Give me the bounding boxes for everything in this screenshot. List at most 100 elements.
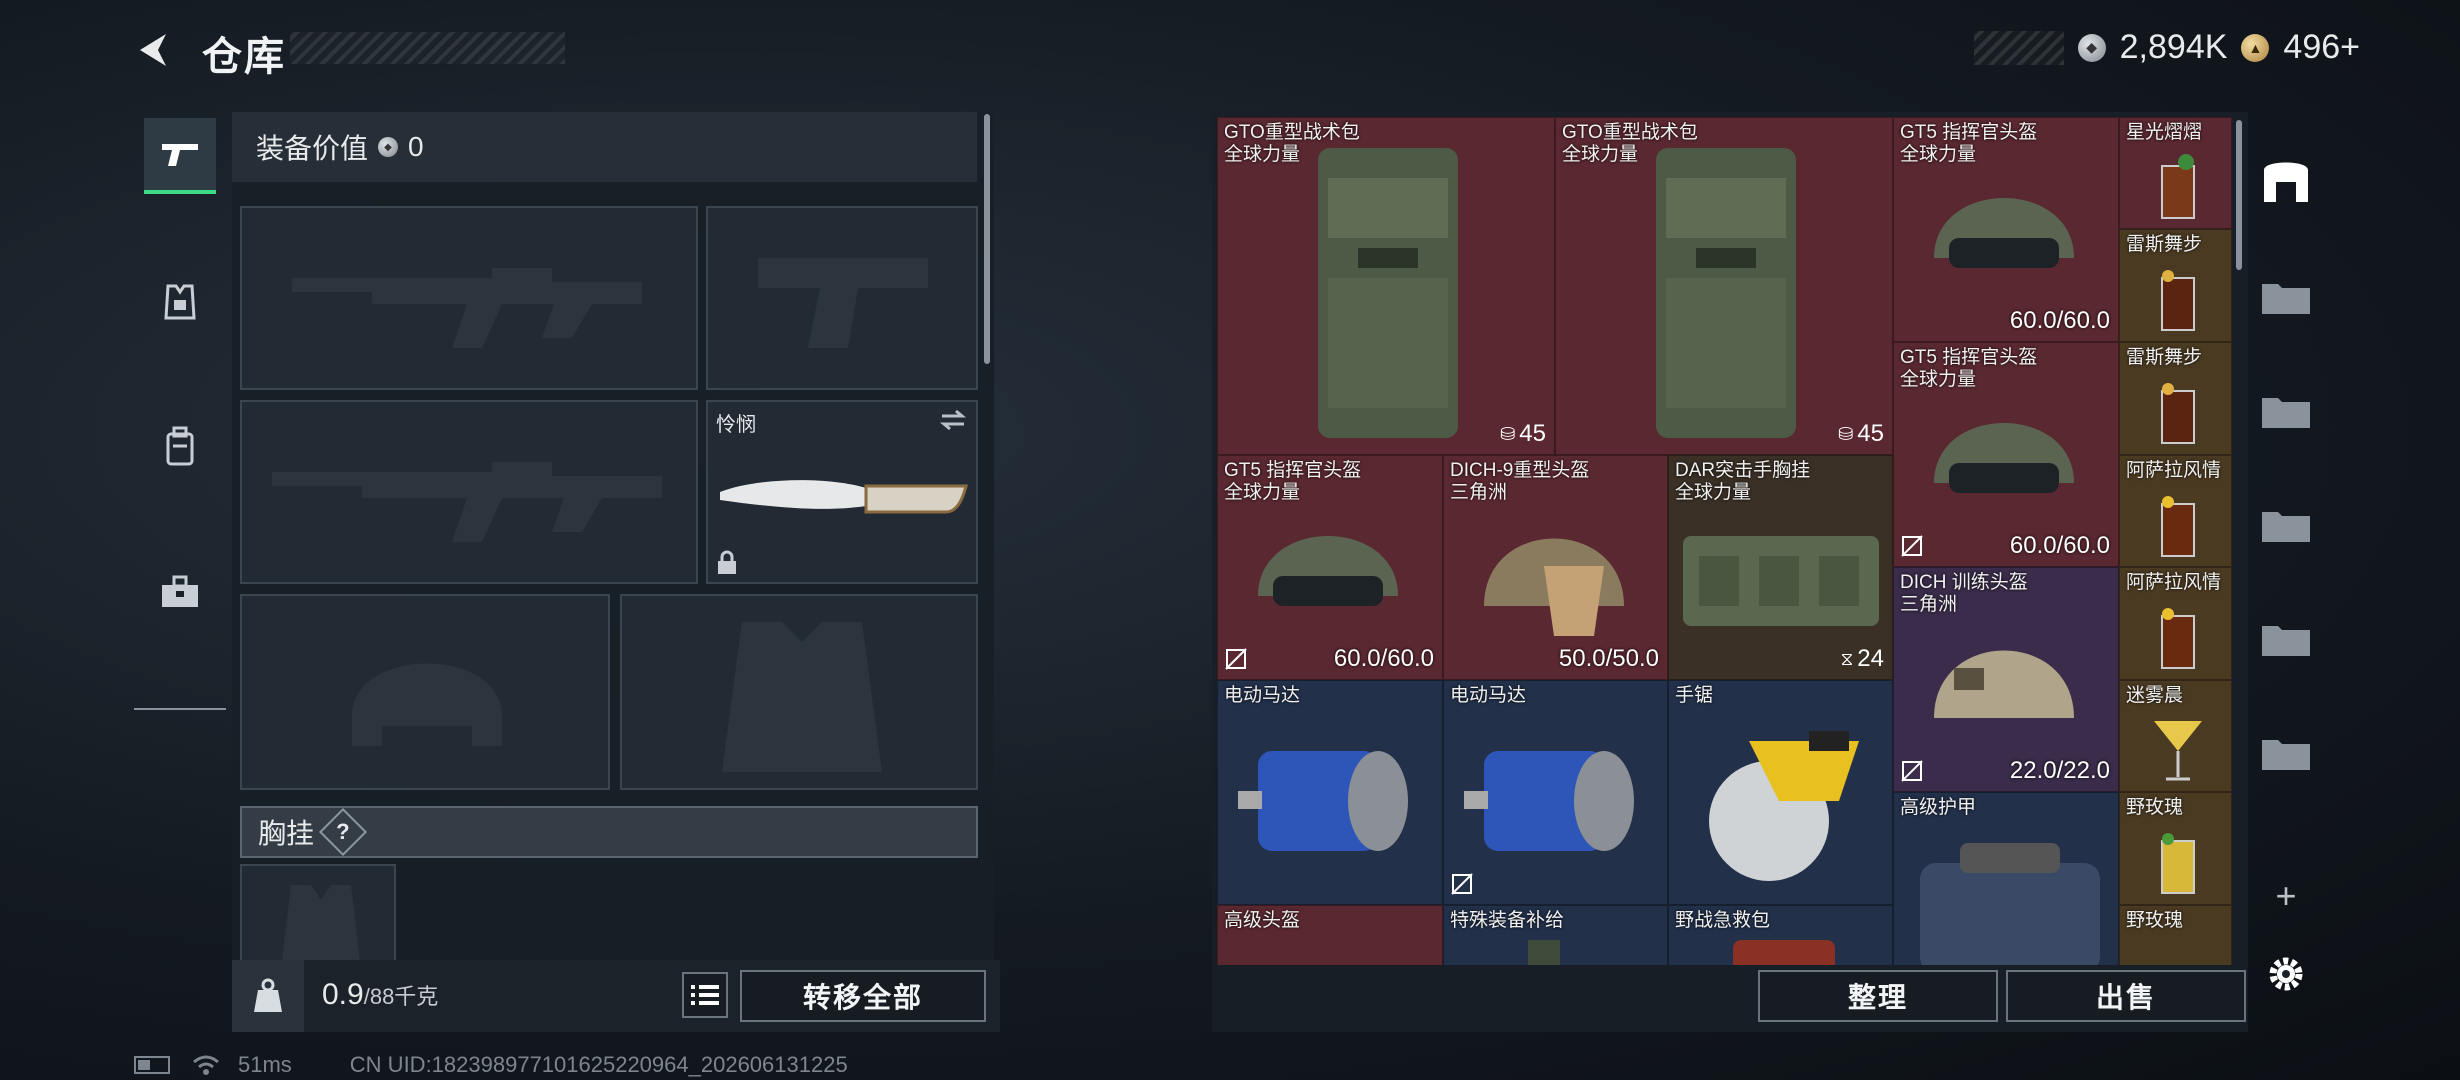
list-view-button[interactable] — [682, 972, 728, 1018]
stash-item-backpack[interactable]: GTO重型战术包 全球力量 ⛁ 45 — [1217, 117, 1555, 455]
title-bar-decoration — [290, 32, 565, 64]
back-button[interactable] — [132, 28, 176, 72]
vest-silhouette-icon — [722, 622, 882, 772]
item-name: 野玫瑰 — [2126, 910, 2184, 931]
silver-coin-icon: ◆ — [378, 137, 399, 157]
settings-button[interactable] — [2256, 944, 2316, 1004]
cocktail-art — [2154, 721, 2202, 781]
equipment-value-bar: 装备价值 ◆ 0 — [232, 112, 977, 182]
rifle-silhouette-icon — [272, 462, 662, 542]
stash-tab-2[interactable] — [2256, 380, 2316, 440]
stash-item-backpack[interactable]: GTO重型战术包 全球力量 ⛁ 45 — [1555, 117, 1893, 455]
stash-item-chest-rig[interactable]: DAR突击手胸挂 全球力量 ⧖ 24 — [1668, 455, 1893, 680]
wifi-icon — [193, 1055, 219, 1075]
stash-item-motor[interactable]: 电动马达 — [1443, 680, 1668, 905]
chest-rig-art — [1683, 536, 1879, 626]
weight-indicator — [232, 960, 304, 1032]
stash-item-helmet[interactable]: DICH 训练头盔 三角洲 22.0/22.0 — [1893, 567, 2119, 792]
backpack-art — [1318, 148, 1458, 438]
supply-crate-art — [1528, 940, 1560, 965]
primary-weapon-slot[interactable] — [240, 206, 698, 390]
sort-button[interactable]: 整理 — [1758, 970, 1998, 1022]
melee-slot[interactable]: 怜悯 — [706, 400, 978, 584]
item-capacity: ⛁ 45 — [1500, 420, 1546, 447]
item-name: 阿萨拉风情 — [2126, 572, 2222, 593]
stash-item-motor[interactable]: 电动马达 — [1217, 680, 1443, 905]
electric-motor-art — [1238, 751, 1408, 851]
stash-tab-3[interactable] — [2256, 494, 2316, 554]
stash-item-armor[interactable]: 高级护甲 — [1893, 792, 2119, 965]
transfer-all-button[interactable]: 转移全部 — [740, 970, 986, 1022]
stash-item-drink[interactable]: 迷雾晨 — [2119, 680, 2232, 792]
help-icon[interactable]: ? — [318, 807, 368, 857]
ping-readout: 51ms — [238, 1052, 292, 1077]
stash-item-helmet[interactable]: DICH-9重型头盔 三角洲 50.0/50.0 — [1443, 455, 1668, 680]
stash-item-medkit[interactable]: 野战急救包 — [1668, 905, 1893, 965]
stash-item-saw[interactable]: 手锯 — [1668, 680, 1893, 905]
equip-value-label: 装备价值 — [256, 133, 369, 164]
item-durability: 60.0/60.0 — [1333, 645, 1434, 672]
stash-tab-1[interactable] — [2256, 266, 2316, 326]
secondary-weapon-slot[interactable] — [240, 400, 698, 584]
weight-max: /88千克 — [363, 984, 439, 1009]
equip-value: 0 — [408, 131, 424, 162]
knife-icon — [720, 480, 968, 514]
user-id: CN UID:1823989771016252209​64_2026061312… — [349, 1052, 848, 1077]
stash-item-drink[interactable]: 阿萨拉风情 — [2119, 455, 2232, 567]
stash-item-drink[interactable]: 星光熠熠 — [2119, 117, 2232, 229]
no-repair-icon — [1225, 648, 1247, 670]
stash-item-drink[interactable]: 雷斯舞步 — [2119, 342, 2232, 455]
silver-amount: 2,894K — [2119, 28, 2228, 66]
no-repair-icon — [1901, 760, 1923, 782]
lock-icon — [718, 550, 736, 574]
stash-item-supply[interactable]: 特殊装备补给 — [1443, 905, 1668, 965]
cocktail-art — [2161, 608, 2195, 669]
page-title: 仓库 — [202, 35, 286, 79]
nav-weapons[interactable] — [144, 118, 216, 194]
item-name: 迷雾晨 — [2126, 685, 2184, 706]
loadout-scrollbar[interactable] — [984, 114, 990, 364]
helmet-art — [1934, 650, 2074, 718]
stash-tab-5[interactable] — [2256, 722, 2316, 782]
helmet-slot[interactable] — [240, 594, 610, 790]
no-repair-icon — [1901, 535, 1923, 557]
stash-item-drink[interactable]: 阿萨拉风情 — [2119, 567, 2232, 680]
item-name: 雷斯舞步 — [2126, 234, 2203, 255]
stash-tab-all[interactable] — [2256, 148, 2316, 208]
folder-icon — [2262, 284, 2310, 314]
item-durability: 22.0/22.0 — [2009, 757, 2110, 784]
circular-saw-art — [1709, 731, 1859, 881]
helmet-silhouette-icon — [352, 663, 502, 746]
loadout-footer: 0.9/88千克 转移全部 — [232, 960, 1000, 1032]
nav-armor[interactable] — [144, 266, 216, 338]
cocktail-art — [2161, 270, 2195, 331]
nav-case[interactable] — [144, 556, 216, 628]
gold-amount[interactable]: 496+ — [2283, 28, 2360, 67]
stash-scrollbar[interactable] — [2236, 120, 2242, 270]
add-tab-button[interactable]: + — [2256, 866, 2316, 926]
currency-decoration — [1973, 30, 2064, 65]
stash-item-drink[interactable]: 雷斯舞步 — [2119, 229, 2232, 342]
armor-slot[interactable] — [620, 594, 978, 790]
chest-rig-slot[interactable] — [240, 864, 396, 974]
item-name: 电动马达 — [1450, 685, 1527, 706]
medkit-art — [1733, 940, 1835, 965]
cocktail-art — [2161, 496, 2195, 557]
item-name: 野战急救包 — [1675, 910, 1771, 931]
sell-button[interactable]: 出售 — [2006, 970, 2246, 1022]
loadout-panel: 装备价值 ◆ 0 怜悯 胸挂 ? — [232, 112, 994, 1032]
stash-item-helmet[interactable]: 高级头盔 — [1217, 905, 1443, 965]
stash-item-helmet[interactable]: GT5 指挥官头盔 全球力量 60.0/60.0 — [1893, 342, 2119, 567]
nav-backpack[interactable] — [144, 410, 216, 482]
sidearm-slot[interactable] — [706, 206, 978, 390]
stash-item-drink[interactable]: 野玫瑰 — [2119, 905, 2232, 965]
stash-panel: GTO重型战术包 全球力量 ⛁ 45 GTO重型战术包 全球力量 ⛁ 45 GT5 指挥… — [1212, 112, 2248, 1032]
swap-icon[interactable] — [938, 408, 968, 432]
helmet-art — [1934, 423, 2074, 493]
stash-item-drink[interactable]: 野玫瑰 — [2119, 792, 2232, 905]
gold-coin-icon: ▲ — [2241, 33, 2270, 62]
stash-item-helmet[interactable]: GT5 指挥官头盔 全球力量 60.0/60.0 — [1217, 455, 1443, 680]
chest-rig-header: 胸挂 ? — [240, 806, 978, 858]
stash-item-helmet[interactable]: GT5 指挥官头盔 全球力量 60.0/60.0 — [1893, 117, 2119, 342]
stash-tab-4[interactable] — [2256, 608, 2316, 668]
